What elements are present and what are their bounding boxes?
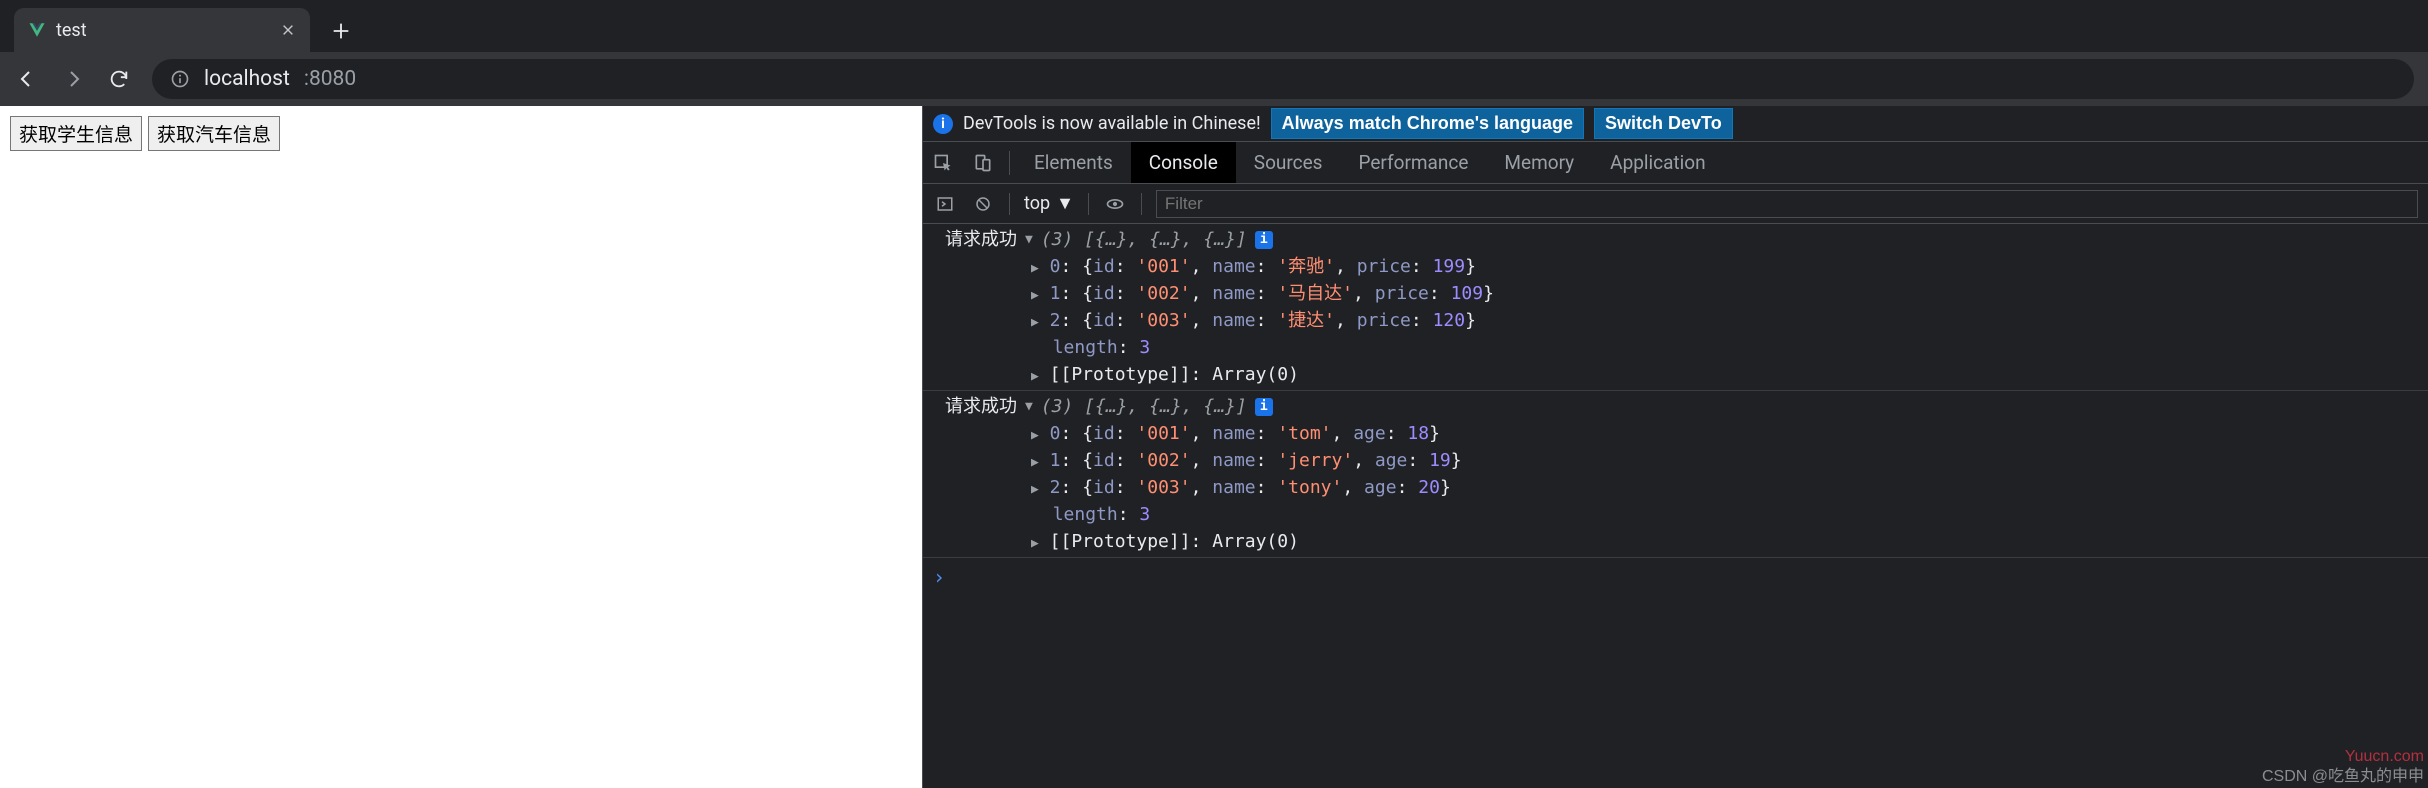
devtools-banner: i DevTools is now available in Chinese! … bbox=[923, 106, 2428, 142]
log-label: 请求成功 bbox=[945, 226, 1017, 253]
page-viewport: 获取学生信息 获取汽车信息 bbox=[0, 106, 922, 788]
chevron-right-icon[interactable] bbox=[1031, 315, 1039, 330]
watermark-gray: CSDN @吃鱼丸的申申 bbox=[2262, 762, 2424, 786]
console-body: 请求成功 (3) [{…}, {…}, {…}] i 0: {id: '001'… bbox=[923, 224, 2428, 788]
inspect-icon[interactable] bbox=[923, 153, 963, 173]
array-item[interactable]: 0: {id: '001', name: 'tom', age: 18} bbox=[923, 420, 2428, 447]
array-prototype[interactable]: [[Prototype]]: Array(0) bbox=[923, 361, 2428, 388]
browser-toolbar: localhost :8080 bbox=[0, 52, 2428, 106]
tab-application[interactable]: Application bbox=[1592, 142, 1723, 183]
tab-console[interactable]: Console bbox=[1131, 142, 1236, 183]
browser-tabbar: test bbox=[0, 0, 2428, 52]
array-summary: (3) [{…}, {…}, {…}] bbox=[1041, 226, 1247, 253]
info-icon[interactable]: i bbox=[1255, 231, 1273, 249]
chevron-right-icon[interactable] bbox=[1031, 288, 1039, 303]
array-prototype[interactable]: [[Prototype]]: Array(0) bbox=[923, 528, 2428, 555]
site-info-icon[interactable] bbox=[170, 69, 190, 89]
array-item[interactable]: 2: {id: '003', name: '捷达', price: 120} bbox=[923, 307, 2428, 334]
separator bbox=[1009, 193, 1010, 215]
array-length: length: 3 bbox=[923, 334, 2428, 361]
info-icon[interactable]: i bbox=[1255, 398, 1273, 416]
banner-switch-button[interactable]: Switch DevTo bbox=[1594, 108, 1733, 139]
context-selector[interactable]: top ▼ bbox=[1024, 193, 1074, 214]
new-tab-button[interactable] bbox=[324, 14, 358, 48]
device-toggle-icon[interactable] bbox=[963, 153, 1003, 173]
separator bbox=[1088, 193, 1089, 215]
forward-button[interactable] bbox=[60, 66, 86, 92]
console-toolbar: top ▼ bbox=[923, 184, 2428, 224]
browser-tab[interactable]: test bbox=[14, 8, 310, 52]
chevron-right-icon[interactable] bbox=[1031, 428, 1039, 443]
devtools-panel: i DevTools is now available in Chinese! … bbox=[922, 106, 2428, 788]
separator bbox=[1009, 151, 1010, 175]
log-label: 请求成功 bbox=[945, 393, 1017, 420]
live-expression-icon[interactable] bbox=[1103, 192, 1127, 216]
address-bar[interactable]: localhost :8080 bbox=[152, 59, 2414, 99]
array-item[interactable]: 2: {id: '003', name: 'tony', age: 20} bbox=[923, 474, 2428, 501]
expand-arrow-icon[interactable] bbox=[1025, 230, 1033, 250]
console-sidebar-icon[interactable] bbox=[933, 192, 957, 216]
get-students-button[interactable]: 获取学生信息 bbox=[10, 116, 142, 151]
devtools-tabs: Elements Console Sources Performance Mem… bbox=[923, 142, 2428, 184]
tab-memory[interactable]: Memory bbox=[1486, 142, 1592, 183]
array-length: length: 3 bbox=[923, 501, 2428, 528]
url-host: localhost bbox=[204, 67, 290, 91]
chevron-right-icon[interactable] bbox=[1031, 455, 1039, 470]
console-filter-input[interactable] bbox=[1156, 190, 2418, 218]
tab-sources[interactable]: Sources bbox=[1236, 142, 1341, 183]
context-label: top bbox=[1024, 193, 1050, 214]
close-icon[interactable] bbox=[280, 22, 296, 38]
array-item[interactable]: 0: {id: '001', name: '奔驰', price: 199} bbox=[923, 253, 2428, 280]
tab-elements[interactable]: Elements bbox=[1016, 142, 1131, 183]
console-input-row[interactable]: › bbox=[923, 558, 2428, 596]
tab-performance[interactable]: Performance bbox=[1340, 142, 1486, 183]
expand-arrow-icon[interactable] bbox=[1025, 397, 1033, 417]
vue-icon bbox=[28, 21, 46, 39]
banner-match-button[interactable]: Always match Chrome's language bbox=[1271, 108, 1584, 139]
chevron-right-icon[interactable] bbox=[1031, 536, 1039, 551]
console-log-group: 请求成功 (3) [{…}, {…}, {…}] i 0: {id: '001'… bbox=[923, 224, 2428, 391]
reload-button[interactable] bbox=[106, 66, 132, 92]
chevron-right-icon[interactable] bbox=[1031, 369, 1039, 384]
get-cars-button[interactable]: 获取汽车信息 bbox=[148, 116, 280, 151]
clear-console-icon[interactable] bbox=[971, 192, 995, 216]
chevron-down-icon: ▼ bbox=[1056, 193, 1074, 214]
chevron-right-icon[interactable] bbox=[1031, 261, 1039, 276]
chevron-right-icon[interactable] bbox=[1031, 482, 1039, 497]
console-log-group: 请求成功 (3) [{…}, {…}, {…}] i 0: {id: '001'… bbox=[923, 391, 2428, 558]
url-port: :8080 bbox=[304, 67, 356, 91]
array-summary: (3) [{…}, {…}, {…}] bbox=[1041, 393, 1247, 420]
array-item[interactable]: 1: {id: '002', name: 'jerry', age: 19} bbox=[923, 447, 2428, 474]
banner-text: DevTools is now available in Chinese! bbox=[963, 113, 1261, 134]
tab-title: test bbox=[56, 20, 270, 41]
info-icon: i bbox=[933, 114, 953, 134]
content-split: 获取学生信息 获取汽车信息 i DevTools is now availabl… bbox=[0, 106, 2428, 788]
chevron-right-icon: › bbox=[933, 562, 945, 592]
array-item[interactable]: 1: {id: '002', name: '马自达', price: 109} bbox=[923, 280, 2428, 307]
separator bbox=[1141, 193, 1142, 215]
back-button[interactable] bbox=[14, 66, 40, 92]
